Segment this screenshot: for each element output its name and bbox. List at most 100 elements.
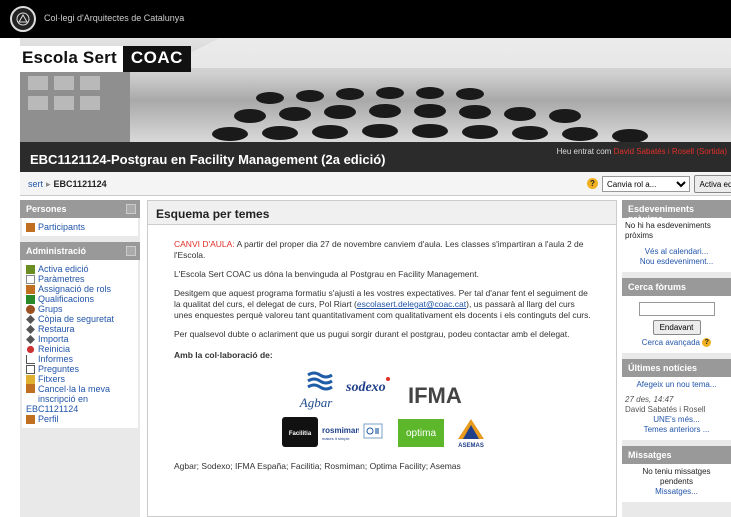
older-topics-link[interactable]: Temes anteriors ...	[644, 425, 710, 434]
navigation-bar: sert ▸ EBC1121124 ? Canvia rol a... Activa…	[20, 172, 731, 196]
login-prefix: Heu entrat com	[556, 147, 612, 156]
admin-item-unenrol[interactable]: Cancel·la la meva	[26, 384, 134, 394]
chart-icon	[26, 354, 35, 364]
add-topic-link[interactable]: Afegeix un nou tema...	[636, 380, 716, 389]
doubts-paragraph: Per qualsevol dubte o aclariment que us …	[174, 329, 570, 339]
admin-item-label: Importa	[38, 334, 69, 344]
admin-item-groups[interactable]: Grups	[26, 304, 134, 314]
sodexo-logo-text: sodexo	[345, 380, 386, 395]
news-more-link[interactable]: UNE's més...	[653, 415, 699, 424]
forum-search-block: Endavant Cerca avançada ?	[622, 296, 731, 353]
sponsor-logos-row2: Facilitia rosmiman makes it simple optim…	[174, 417, 594, 451]
logout-link[interactable]: (Sortida)	[696, 147, 727, 156]
banner: Escola Sert COAC	[0, 38, 731, 142]
calendar-link[interactable]: Vés al calendari...	[645, 247, 709, 256]
admin-item-reports[interactable]: Informes	[26, 354, 134, 364]
facilitia-logo: Facilitia	[282, 417, 318, 447]
admin-item-label: Informes	[38, 354, 74, 364]
sodexo-logo: sodexo	[345, 377, 390, 395]
sponsor-logos-row1: Agbar sodexo IFMA	[174, 369, 594, 413]
course-header: EBC1121124-Postgrau en Facility Manageme…	[20, 142, 731, 172]
questions-icon	[26, 364, 35, 374]
unenrol-line3[interactable]: EBC1121124	[26, 404, 134, 414]
document-icon	[26, 274, 35, 284]
right-sidebar: Esdeveniments pròxims No hi ha esdevenim…	[622, 200, 731, 517]
login-info: Heu entrat com David Sabatés i Rosell (S…	[557, 147, 727, 156]
admin-item-label: Activa edició	[38, 264, 89, 274]
school-title-part2: COAC	[122, 46, 191, 72]
admin-item-restore[interactable]: Restaura	[26, 324, 134, 334]
news-block: Afegeix un nou tema... 27 des, 14:47 Dav…	[622, 377, 731, 440]
agbar-logo-text: Agbar	[299, 395, 333, 410]
breadcrumb-home-link[interactable]: sert	[28, 179, 43, 189]
collab-heading: Amb la col·laboració de:	[174, 350, 273, 360]
messages-block: No teniu missatges pendents Missatges...	[622, 464, 731, 502]
help-icon[interactable]: ?	[587, 178, 598, 189]
events-block-header: Esdeveniments pròxims	[622, 200, 731, 224]
forum-search-button[interactable]: Endavant	[652, 320, 701, 335]
admin-item-files[interactable]: Fitxers	[26, 374, 134, 384]
main-content: Esquema per temes CANVI D'AULA: A partir…	[147, 200, 617, 517]
restore-icon	[26, 324, 35, 334]
admin-item-reset[interactable]: Reinicia	[26, 344, 134, 354]
admin-item-grades[interactable]: Qualificacions	[26, 294, 134, 304]
top-bar: Col·legi d'Arquitectes de Catalunya	[0, 0, 731, 38]
topic-summary: CANVI D'AULA: A partir del proper dia 27…	[174, 239, 594, 480]
notice-text: A partir del proper dia 27 de novembre c…	[174, 239, 584, 260]
school-title-part1: Escola Sert	[20, 46, 123, 72]
coac-seal-icon[interactable]	[10, 6, 36, 32]
optima-logo: optima	[398, 419, 444, 447]
forum-search-input[interactable]	[638, 302, 715, 316]
ifma-logo-text: IFMA	[408, 383, 462, 407]
admin-item-profile[interactable]: Perfil	[26, 414, 134, 424]
admin-item-label: Preguntes	[38, 364, 80, 374]
reset-icon	[26, 345, 35, 353]
news-block-header: Últimes notícies	[622, 359, 731, 377]
org-name[interactable]: Col·legi d'Arquitectes de Catalunya	[44, 13, 184, 23]
unenrol-icon	[26, 384, 35, 393]
asemas-logo: ASEMAS	[458, 419, 484, 449]
news-date: 27 des, 14:47	[625, 395, 674, 404]
groups-icon	[26, 304, 35, 314]
turn-editing-on-button[interactable]: Activa edició	[694, 175, 731, 193]
notice-label: CANVI D'AULA:	[174, 239, 235, 249]
help-icon[interactable]: ?	[702, 338, 712, 348]
breadcrumb-separator-icon: ▸	[46, 179, 51, 189]
new-event-link[interactable]: Nou esdeveniment...	[640, 257, 713, 266]
hide-block-icon[interactable]	[126, 246, 136, 256]
admin-item-edit[interactable]: Activa edició	[26, 264, 134, 274]
delegate-email-link[interactable]: escolasert.delegat@coac.cat	[357, 299, 466, 309]
course-title: EBC1121124-Postgrau en Facility Manageme…	[30, 152, 386, 167]
unenrol-line2[interactable]: inscripció en	[26, 394, 134, 404]
admin-item-import[interactable]: Importa	[26, 334, 134, 344]
news-author: David Sabatés i Rosell	[625, 405, 706, 414]
events-empty-text: No hi ha esdeveniments pròxims	[625, 221, 711, 240]
left-sidebar: Persones Participants Administració Acti…	[20, 200, 140, 517]
sponsors-list: Agbar; Sodexo; IFMA España; Facilitia; R…	[174, 461, 461, 471]
hide-block-icon[interactable]	[126, 204, 136, 214]
messages-link[interactable]: Missatges...	[655, 487, 698, 496]
admin-item-questions[interactable]: Preguntes	[26, 364, 134, 374]
school-title: Escola Sert COAC	[20, 46, 191, 72]
rosmiman-logo: rosmiman makes it simple	[322, 426, 359, 441]
admin-item-settings[interactable]: Paràmetres	[26, 274, 134, 284]
admin-item-backup[interactable]: Còpia de seguretat	[26, 314, 134, 324]
people-icon	[26, 284, 35, 294]
optima-logo-text: optima	[406, 428, 436, 439]
login-user-link[interactable]: David Sabatés i Rosell	[614, 147, 694, 156]
no-messages-text: No teniu missatges pendents	[642, 467, 711, 486]
advanced-search-link[interactable]: Cerca avançada	[642, 338, 700, 347]
agbar-logo: Agbar	[299, 371, 333, 410]
forum-search-title: Cerca fòrums	[628, 282, 687, 292]
folder-icon	[26, 374, 35, 384]
switch-role-select[interactable]: Canvia rol a...	[602, 176, 690, 192]
admin-item-roles[interactable]: Assignació de rols	[26, 284, 134, 294]
section-heading: Esquema per temes	[148, 201, 616, 225]
admin-block: Activa edició Paràmetres Assignació de r…	[22, 260, 138, 428]
grades-icon	[26, 294, 35, 304]
survey-paragraph: Desitgem que aquest programa formatiu s'…	[174, 288, 594, 321]
people-block-header: Persones	[20, 200, 140, 218]
participants-link[interactable]: Participants	[26, 222, 134, 232]
backup-icon	[26, 314, 35, 324]
admin-block-header: Administració	[20, 242, 140, 260]
